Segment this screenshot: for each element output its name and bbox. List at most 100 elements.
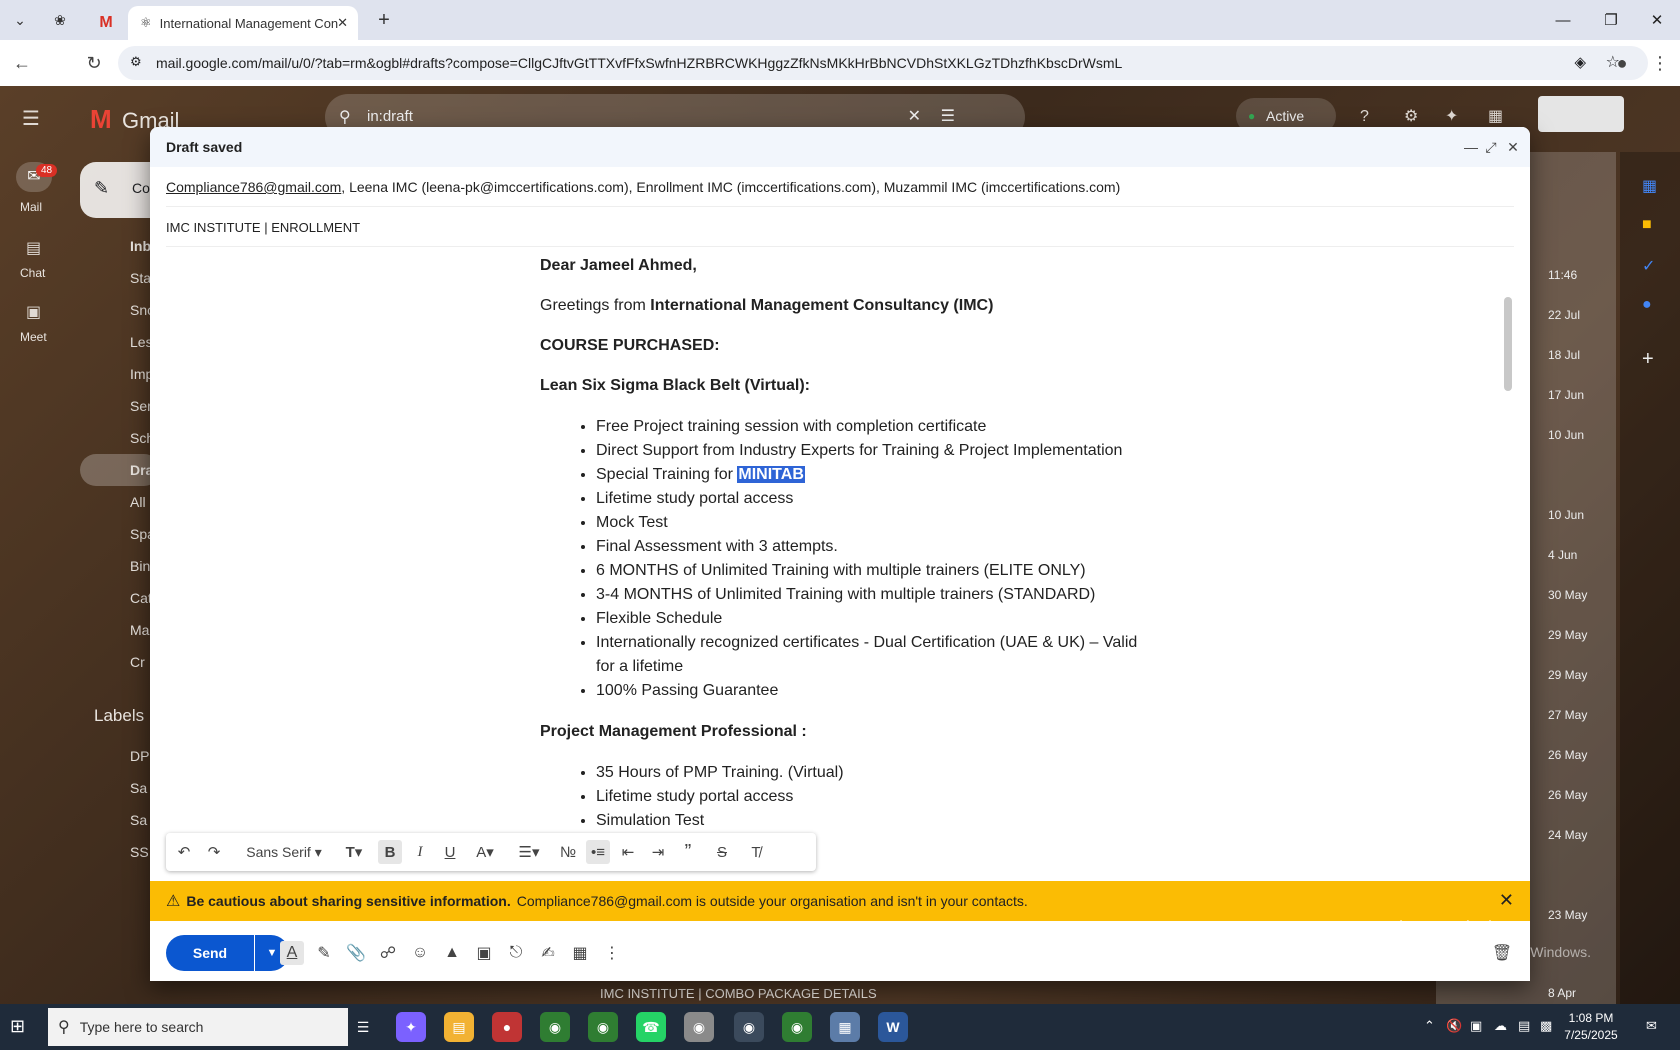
app-red-icon[interactable]: ● [492,1012,522,1042]
chat-icon[interactable]: ▤ [26,238,41,258]
restore-icon[interactable]: ❐ [1588,6,1634,34]
compose-header[interactable]: Draft saved — ⤢ ✕ [150,127,1530,167]
gemini-sparkle-icon[interactable]: ✦ [1445,106,1458,126]
extension-icon[interactable]: ◈ [1574,53,1586,71]
app-calculator-icon[interactable]: ▦ [830,1012,860,1042]
word-icon[interactable]: W [878,1012,908,1042]
taskbar-search[interactable]: ⚲ Type here to search [48,1008,348,1046]
insert-photo-icon[interactable]: ▣ [472,941,496,965]
nav-inbox[interactable]: Inb [130,238,151,254]
windows-start-icon[interactable]: ⊞ [10,1016,34,1040]
close-compose-icon[interactable]: ✕ [1502,136,1524,158]
copilot-icon[interactable]: ✦ [396,1012,426,1042]
schedule-event-icon[interactable]: ▦ [568,941,592,965]
exit-fullscreen-icon[interactable]: ⤢ [1480,136,1502,158]
strikethrough-icon[interactable]: S [710,840,734,864]
bulleted-list-icon[interactable]: •≡ [586,840,610,864]
label-2[interactable]: Sa [130,780,147,796]
tray-chevron-icon[interactable]: ⌃ [1424,1018,1435,1034]
search-options-icon[interactable]: ☰ [941,106,955,126]
url-text[interactable]: mail.google.com/mail/u/0/?tab=rm&ogbl#dr… [156,55,1122,71]
search-query[interactable]: in:draft [367,108,413,125]
font-family-select[interactable]: Sans Serif ▾ [236,840,332,864]
more-options-icon[interactable]: ⋮ [600,941,624,965]
label-1[interactable]: DP [130,748,149,764]
recipients-rest[interactable]: , Leena IMC (leena-pk@imccertifications.… [341,179,1120,195]
redo-icon[interactable]: ↷ [202,840,226,864]
rail-mail-label[interactable]: Mail [20,200,42,214]
apps-grid-icon[interactable]: ▦ [1488,106,1503,126]
rail-chat-label[interactable]: Chat [20,266,45,280]
text-color-icon[interactable]: A▾ [468,840,502,864]
recipient-first[interactable]: Compliance786@gmail.com [166,179,341,195]
contacts-icon[interactable]: ● [1642,296,1652,314]
chrome-icon[interactable]: ◉ [588,1012,618,1042]
chrome-icon[interactable]: ◉ [782,1012,812,1042]
url-bar[interactable]: ⚙ mail.google.com/mail/u/0/?tab=rm&ogbl#… [118,46,1648,80]
insert-link-icon[interactable]: ☍ [376,941,400,965]
task-view-icon[interactable]: ☰ [348,1012,378,1042]
nav-bin[interactable]: Bin [130,558,150,574]
back-icon[interactable]: ← [8,49,36,77]
confidential-mode-icon[interactable]: ⎋ [504,941,528,965]
dismiss-warning-icon[interactable]: ✕ [1499,890,1514,911]
tab-close-icon[interactable]: ✕ [337,15,348,31]
file-explorer-icon[interactable]: ▤ [444,1012,474,1042]
meet-icon[interactable]: ▣ [26,302,41,322]
label-3[interactable]: Sa [130,812,147,828]
nav-categories[interactable]: Cat [130,590,152,606]
body-scrollbar[interactable] [1504,297,1512,391]
drive-icon[interactable]: ▲ [440,941,464,965]
chrome-active-icon[interactable]: ◉ [734,1012,764,1042]
notifications-icon[interactable]: ✉ [1646,1018,1657,1034]
recipients-field[interactable]: Compliance786@gmail.com, Leena IMC (leen… [166,177,1514,207]
site-info-icon[interactable]: ⚙ [130,54,142,70]
subject-field[interactable]: IMC INSTITUTE | ENROLLMENT [166,217,1514,247]
text-size-icon[interactable]: T▾ [336,840,372,864]
clear-search-icon[interactable]: ✕ [908,106,921,126]
whatsapp-icon[interactable]: ☎ [636,1012,666,1042]
profile-icon[interactable]: ● [1608,49,1636,77]
attach-file-icon[interactable]: 📎 [344,941,368,965]
indent-less-icon[interactable]: ⇤ [616,840,640,864]
label-4[interactable]: SS [130,844,149,860]
main-menu-icon[interactable]: ☰ [22,106,40,131]
nav-starred[interactable]: Sta [130,270,151,286]
cloud-icon[interactable]: ☁ [1494,1018,1507,1034]
minimize-compose-icon[interactable]: — [1460,136,1482,158]
browser-menu-icon[interactable]: ⋮ [1646,49,1674,77]
nav-manage[interactable]: Ma [130,622,149,638]
signature-icon[interactable]: ✍ [536,941,560,965]
tab-imc[interactable]: ⚛ International Management Con ✕ [128,6,358,40]
tab-favicon-generic-icon[interactable]: ❀ [46,8,74,32]
display-icon[interactable]: ▤ [1518,1018,1530,1034]
emoji-icon[interactable]: ☺ [408,941,432,965]
taskbar-clock[interactable]: 1:08 PM 7/25/2025 [1556,1010,1626,1044]
new-tab-icon[interactable]: + [370,8,398,32]
bold-icon[interactable]: B [378,840,402,864]
keep-icon[interactable]: ■ [1642,216,1652,234]
undo-icon[interactable]: ↶ [172,840,196,864]
help-me-write-icon[interactable]: ✎ [312,941,336,965]
app-gray-icon[interactable]: ◉ [684,1012,714,1042]
chrome-icon[interactable]: ◉ [540,1012,570,1042]
italic-icon[interactable]: I [408,840,432,864]
tab-gmail[interactable]: M [86,6,126,40]
calendar-icon[interactable]: ▦ [1642,176,1657,196]
minimize-icon[interactable]: — [1540,6,1586,34]
close-window-icon[interactable]: ✕ [1634,6,1680,34]
quote-icon[interactable]: ” [676,840,700,864]
meet-tray-icon[interactable]: ▣ [1470,1018,1482,1034]
send-button[interactable]: Send [166,935,254,971]
add-addon-icon[interactable]: + [1642,348,1654,371]
rail-meet-label[interactable]: Meet [20,330,47,344]
help-icon[interactable]: ? [1360,108,1369,126]
account-logo[interactable] [1538,96,1624,132]
numbered-list-icon[interactable]: № [556,840,580,864]
nav-all[interactable]: All [130,494,146,510]
indent-more-icon[interactable]: ⇥ [646,840,670,864]
remove-formatting-icon[interactable]: T̸ [744,840,768,864]
tasks-icon[interactable]: ✓ [1642,256,1655,276]
volume-muted-icon[interactable]: 🔇 [1446,1018,1462,1034]
nav-create[interactable]: Cr [130,654,145,670]
